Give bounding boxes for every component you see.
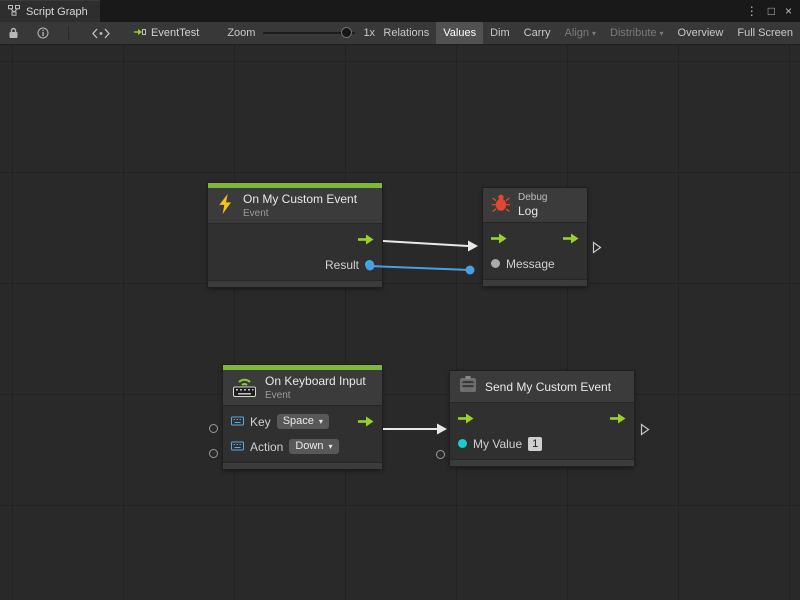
toolbar-separator <box>68 26 69 40</box>
graph-name: EventTest <box>151 27 199 39</box>
node-title: Log <box>518 204 547 218</box>
message-port-label: Message <box>506 257 555 271</box>
action-dropdown[interactable]: Down ▾ <box>289 439 338 454</box>
chevron-down-icon: ▾ <box>592 29 596 38</box>
control-output-port[interactable] <box>358 416 374 427</box>
control-output-port[interactable] <box>610 413 626 424</box>
result-value-output-port[interactable] <box>365 260 374 269</box>
lightning-bolt-icon <box>216 193 236 218</box>
node-on-keyboard-input[interactable]: On Keyboard Input Event Key Space ▾ <box>223 365 382 469</box>
carry-button[interactable]: Carry <box>517 22 558 44</box>
tab-title: Script Graph <box>26 6 88 18</box>
zoom-label: Zoom <box>227 27 255 39</box>
action-type-icon <box>231 440 244 454</box>
node-surtitle: Debug <box>518 192 547 203</box>
my-value-input-port[interactable] <box>458 439 467 448</box>
node-title: Send My Custom Event <box>485 380 611 394</box>
distribute-button[interactable]: Distribute ▾ <box>603 22 670 44</box>
keyboard-input-icon <box>231 375 258 401</box>
control-input-port[interactable] <box>458 413 474 424</box>
action-port-label: Action <box>250 440 283 454</box>
distribute-label: Distribute <box>610 27 656 39</box>
chevron-down-icon: ▾ <box>328 442 332 451</box>
node-footer <box>450 459 634 466</box>
values-button[interactable]: Values <box>436 22 483 44</box>
zoom-value: 1x <box>363 27 375 39</box>
control-output-port[interactable] <box>563 233 579 244</box>
titlebar: Script Graph ⋮ □ × <box>0 0 800 22</box>
align-label: Align <box>565 27 589 39</box>
key-port-label: Key <box>250 415 271 429</box>
control-output-port[interactable] <box>358 234 374 245</box>
unity-script-graph-window: Script Graph ⋮ □ × <box>0 0 800 600</box>
control-input-port[interactable] <box>491 233 507 244</box>
zoom-slider[interactable] <box>263 32 355 34</box>
result-port-label: Result <box>325 258 359 272</box>
graph-reference[interactable]: EventTest <box>133 26 199 41</box>
titlebar-spacer <box>100 0 746 22</box>
carry-label: Carry <box>524 27 551 39</box>
zoom-slider-knob[interactable] <box>341 27 352 38</box>
window-menu-icon[interactable]: ⋮ <box>746 5 758 17</box>
lock-icon[interactable] <box>3 22 24 44</box>
graph-tab-icon <box>8 5 20 19</box>
chevron-down-icon: ▾ <box>660 29 664 38</box>
info-icon[interactable] <box>32 22 54 44</box>
fullscreen-label: Full Screen <box>737 27 793 39</box>
node-title: On Keyboard Input <box>265 374 366 388</box>
relations-label: Relations <box>383 27 429 39</box>
overview-button[interactable]: Overview <box>671 22 731 44</box>
message-value-input-port[interactable] <box>491 259 500 268</box>
dim-label: Dim <box>490 27 510 39</box>
action-dropdown-value: Down <box>295 440 323 452</box>
continuation-triangle-icon <box>592 241 602 254</box>
graph-canvas[interactable]: On My Custom Event Event Result <box>0 45 800 600</box>
node-on-my-custom-event[interactable]: On My Custom Event Event Result <box>208 183 382 287</box>
continuation-triangle-icon <box>640 423 650 436</box>
code-view-icon[interactable] <box>87 22 115 44</box>
custom-event-icon <box>458 375 478 398</box>
node-footer <box>208 280 382 287</box>
connection-wires <box>0 45 800 600</box>
node-send-my-custom-event[interactable]: Send My Custom Event My Value <box>450 371 634 466</box>
key-default-port-circle[interactable] <box>209 424 218 433</box>
tab-script-graph[interactable]: Script Graph <box>0 0 100 22</box>
node-footer <box>223 462 382 469</box>
graph-asset-icon <box>133 26 146 41</box>
key-dropdown[interactable]: Space ▾ <box>277 414 329 429</box>
fullscreen-button[interactable]: Full Screen <box>730 22 800 44</box>
my-value-port-label: My Value <box>473 437 522 451</box>
node-debug-log[interactable]: Debug Log Message <box>483 188 587 286</box>
values-label: Values <box>443 27 476 39</box>
dim-button[interactable]: Dim <box>483 22 517 44</box>
node-subtitle: Event <box>265 390 366 401</box>
relations-button[interactable]: Relations <box>376 22 436 44</box>
node-subtitle: Event <box>243 208 357 219</box>
maximize-icon[interactable]: □ <box>768 5 775 17</box>
align-button[interactable]: Align ▾ <box>558 22 603 44</box>
key-type-icon <box>231 415 244 429</box>
key-dropdown-value: Space <box>283 415 314 427</box>
chevron-down-icon: ▾ <box>319 417 323 426</box>
node-footer <box>483 279 587 286</box>
my-value-input-field[interactable]: 1 <box>528 437 542 451</box>
bug-icon <box>491 193 511 217</box>
my-value-default-port-circle[interactable] <box>436 450 445 459</box>
graph-toolbar: EventTest Zoom 1x Relations Values Dim C… <box>0 22 800 45</box>
action-default-port-circle[interactable] <box>209 449 218 458</box>
overview-label: Overview <box>678 27 724 39</box>
close-icon[interactable]: × <box>785 5 792 17</box>
node-title: On My Custom Event <box>243 192 357 206</box>
